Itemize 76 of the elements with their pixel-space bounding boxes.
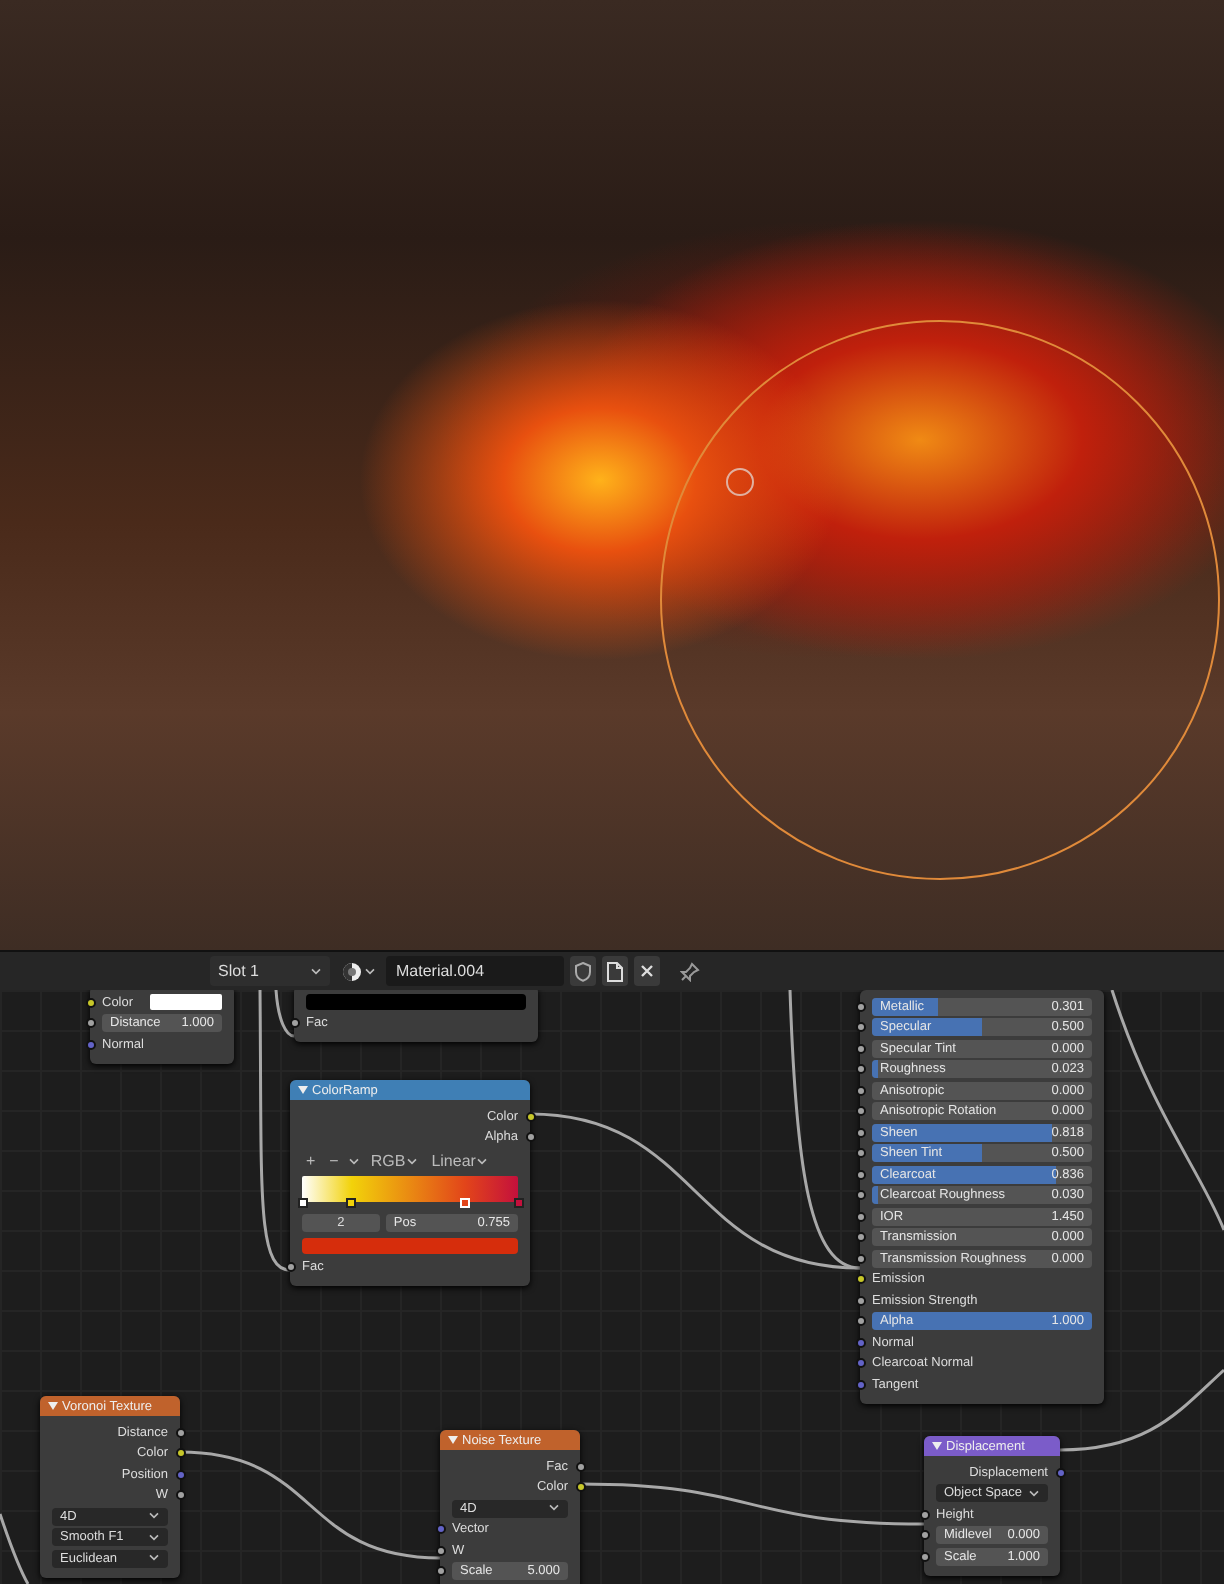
collapse-icon[interactable]: [48, 1402, 58, 1410]
new-material-button[interactable]: [602, 956, 628, 986]
socket-dot[interactable]: [855, 1001, 865, 1011]
socket-dot[interactable]: [175, 1448, 185, 1458]
pin-icon: [679, 961, 699, 981]
socket-dot[interactable]: [175, 1490, 185, 1500]
socket-dot[interactable]: [285, 1262, 295, 1272]
chevron-down-icon: [148, 1512, 160, 1520]
socket-dot[interactable]: [855, 1190, 865, 1200]
sphere-icon: [341, 961, 361, 981]
socket-dot[interactable]: [855, 1253, 865, 1263]
close-icon: [640, 964, 654, 978]
socket-dot[interactable]: [289, 1018, 299, 1028]
socket-dot[interactable]: [435, 1545, 445, 1555]
chevron-down-icon: [148, 1554, 160, 1562]
socket-dot[interactable]: [855, 1337, 865, 1347]
chevron-down-icon: [148, 1533, 160, 1541]
ramp-tool-button[interactable]: +: [302, 1152, 320, 1170]
socket-dot[interactable]: [855, 1127, 865, 1137]
collapse-icon[interactable]: [932, 1442, 942, 1450]
chevron-down-icon[interactable]: [348, 1157, 361, 1165]
ramp-stop-marker[interactable]: [346, 1198, 357, 1208]
socket-dot[interactable]: [175, 1427, 185, 1437]
socket-dot[interactable]: [1055, 1467, 1065, 1477]
chevron-down-icon: [548, 1504, 560, 1512]
slot-dropdown[interactable]: Slot 1: [210, 956, 330, 986]
collapse-icon[interactable]: [448, 1436, 458, 1444]
ramp-stop-marker[interactable]: [513, 1198, 523, 1208]
socket-dot[interactable]: [85, 997, 95, 1007]
socket-dot[interactable]: [855, 1085, 865, 1095]
chevron-down-icon: [405, 1158, 418, 1166]
socket-dot[interactable]: [855, 1274, 865, 1284]
socket-dot[interactable]: [525, 1132, 535, 1142]
socket-dot[interactable]: [855, 1043, 865, 1053]
socket-dot[interactable]: [855, 1379, 865, 1389]
socket-dot[interactable]: [855, 1022, 865, 1032]
material-name-field[interactable]: Material.004: [386, 956, 564, 986]
chevron-down-icon: [363, 967, 375, 975]
socket-dot[interactable]: [855, 1148, 865, 1158]
collapse-icon[interactable]: [298, 1086, 308, 1094]
socket-dot[interactable]: [575, 1461, 585, 1471]
socket-dot[interactable]: [855, 1232, 865, 1242]
socket-dot[interactable]: [855, 1211, 865, 1221]
brush-center-circle: [726, 468, 754, 496]
socket-dot[interactable]: [435, 1524, 445, 1534]
node-link: [0, 1513, 30, 1584]
socket-dot[interactable]: [855, 1106, 865, 1116]
socket-dot[interactable]: [855, 1064, 865, 1074]
color-swatch[interactable]: [306, 994, 526, 1010]
socket-dot[interactable]: [85, 1018, 95, 1028]
chevron-down-icon: [310, 967, 322, 975]
document-icon: [606, 961, 624, 981]
socket-dot[interactable]: [855, 1295, 865, 1305]
socket-dot[interactable]: [855, 1358, 865, 1368]
dropdown[interactable]: Linear: [427, 1152, 492, 1170]
socket-dot[interactable]: [435, 1566, 445, 1576]
socket-dot[interactable]: [575, 1482, 585, 1492]
ramp-tool-button[interactable]: −: [325, 1152, 343, 1170]
dropdown[interactable]: RGB: [366, 1152, 422, 1170]
fake-user-button[interactable]: [570, 956, 596, 986]
close-button[interactable]: [634, 956, 660, 986]
socket-dot[interactable]: [175, 1469, 185, 1479]
shield-icon: [574, 961, 592, 981]
socket-dot[interactable]: [919, 1509, 929, 1519]
socket-dot[interactable]: [919, 1530, 929, 1540]
color-ramp-bar[interactable]: [302, 1176, 518, 1202]
socket-dot[interactable]: [855, 1169, 865, 1179]
chevron-down-icon: [475, 1158, 488, 1166]
socket-dot[interactable]: [855, 1316, 865, 1326]
ramp-stop-marker[interactable]: [297, 1198, 307, 1208]
socket-dot[interactable]: [85, 1039, 95, 1049]
socket-dot[interactable]: [525, 1111, 535, 1121]
color-swatch[interactable]: [302, 1238, 518, 1254]
chevron-down-icon: [1028, 1489, 1040, 1497]
color-swatch[interactable]: [150, 994, 222, 1010]
socket-dot[interactable]: [919, 1551, 929, 1561]
